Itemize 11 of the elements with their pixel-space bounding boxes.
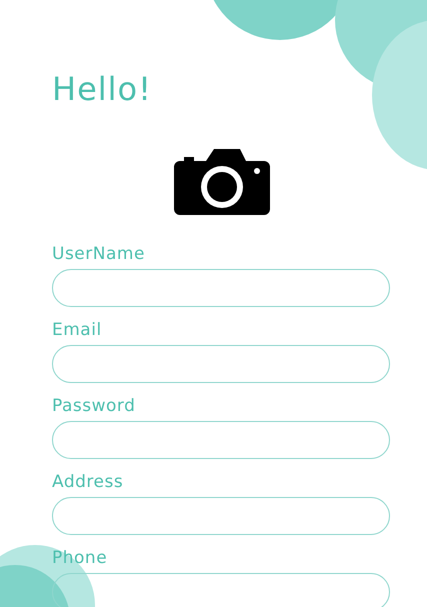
input-field[interactable] bbox=[52, 497, 390, 535]
field-label: Email bbox=[52, 321, 103, 339]
field-label: Phone bbox=[52, 549, 108, 567]
greeting-title: Hello! bbox=[52, 70, 153, 110]
field-label: Address bbox=[52, 473, 124, 491]
input-field[interactable] bbox=[52, 345, 390, 383]
field-label: Password bbox=[52, 397, 136, 415]
field-label: UserName bbox=[52, 245, 146, 263]
input-field[interactable] bbox=[52, 269, 390, 307]
input-field[interactable] bbox=[52, 421, 390, 459]
input-field[interactable] bbox=[52, 573, 390, 607]
